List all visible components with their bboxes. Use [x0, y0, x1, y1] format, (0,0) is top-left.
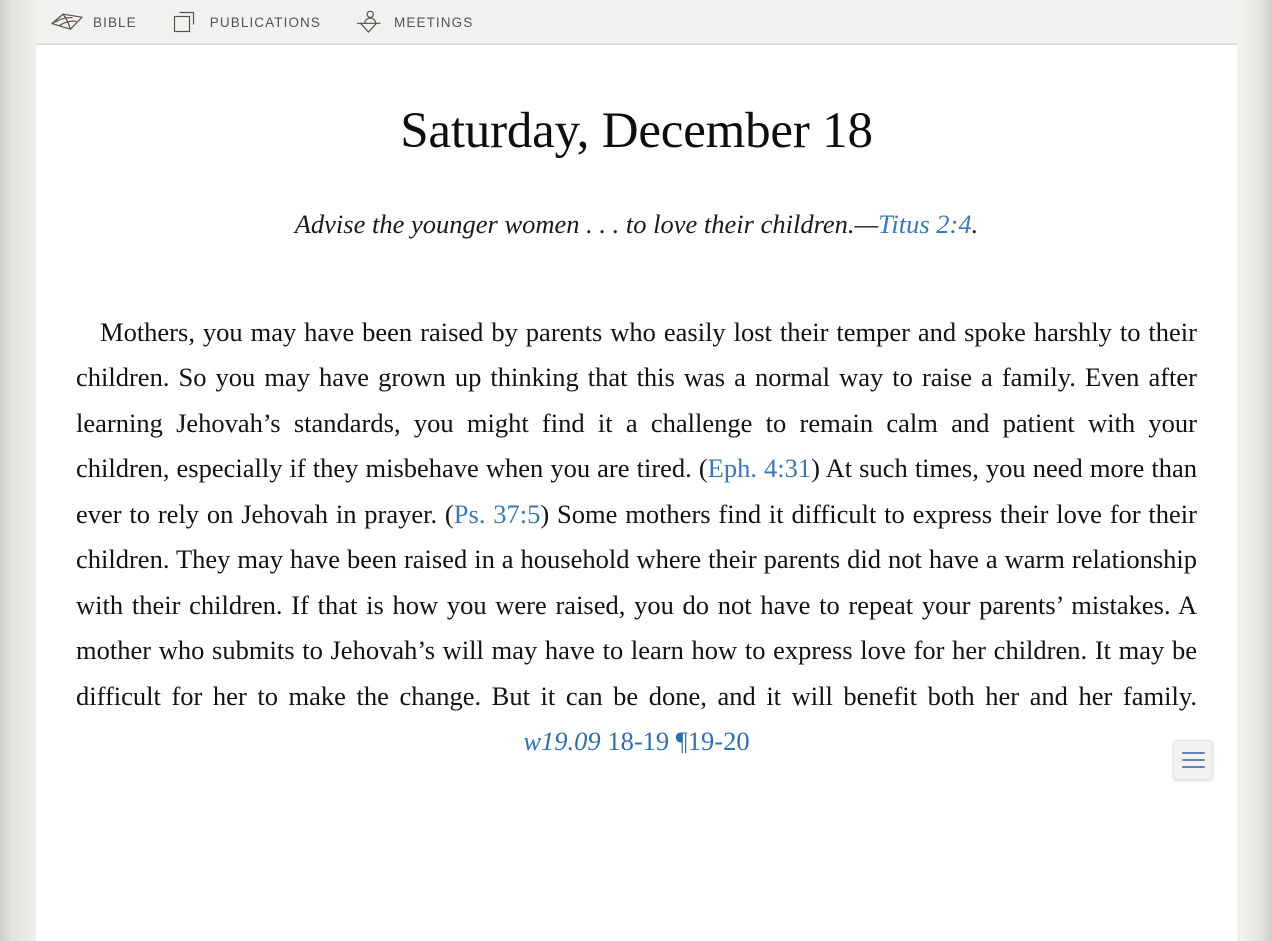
outline-line-1 [1181, 752, 1205, 754]
theme-scripture: Advise the younger women . . . to love t… [76, 207, 1197, 241]
nav-item-meetings[interactable]: MEETINGS [351, 9, 473, 35]
scripture-link-psalms[interactable]: Ps. 37:5 [454, 499, 541, 529]
scripture-link-titus[interactable]: Titus 2:4 [878, 209, 972, 239]
top-navigation-bar: BIBLE PUBLICATIONS MEETINGS [36, 0, 1237, 45]
nav-item-publications[interactable]: PUBLICATIONS [167, 9, 321, 35]
page-gutter-left [0, 0, 36, 941]
outline-line-2 [1181, 759, 1205, 761]
theme-scripture-period: . [971, 209, 979, 240]
theme-scripture-text: Advise the younger women . . . to love t… [294, 209, 879, 240]
publication-pages: 18-19 ¶19-20 [600, 726, 750, 757]
outline-line-3 [1181, 766, 1205, 768]
page-sheet: BIBLE PUBLICATIONS MEETINGS Saturday, De… [36, 0, 1237, 941]
nav-item-label-meetings: MEETINGS [394, 14, 474, 30]
nav-item-bible[interactable]: BIBLE [50, 9, 137, 35]
nav-item-label-bible: BIBLE [93, 14, 137, 30]
scripture-link-ephesians[interactable]: Eph. 4:31 [708, 453, 812, 483]
stacked-squares-icon [167, 9, 201, 35]
publication-symbol: w19.09 [523, 726, 601, 757]
nav-item-label-publications: PUBLICATIONS [209, 14, 322, 30]
article-paragraph: Mothers, you may have been raised by par… [76, 310, 1197, 765]
open-book-icon [50, 9, 84, 35]
outline-lines-icon[interactable] [1173, 740, 1213, 780]
publication-citation-link[interactable]: w19.09 18-19 ¶19-20 [523, 726, 749, 756]
daily-text-article: Saturday, December 18 Advise the younger… [36, 103, 1237, 765]
page-title: Saturday, December 18 [400, 103, 873, 159]
paragraph-segment-3: ) Some mothers find it difficult to expr… [76, 498, 1197, 711]
page-gutter-right [1237, 0, 1272, 941]
speaker-at-podium-icon [351, 9, 385, 35]
